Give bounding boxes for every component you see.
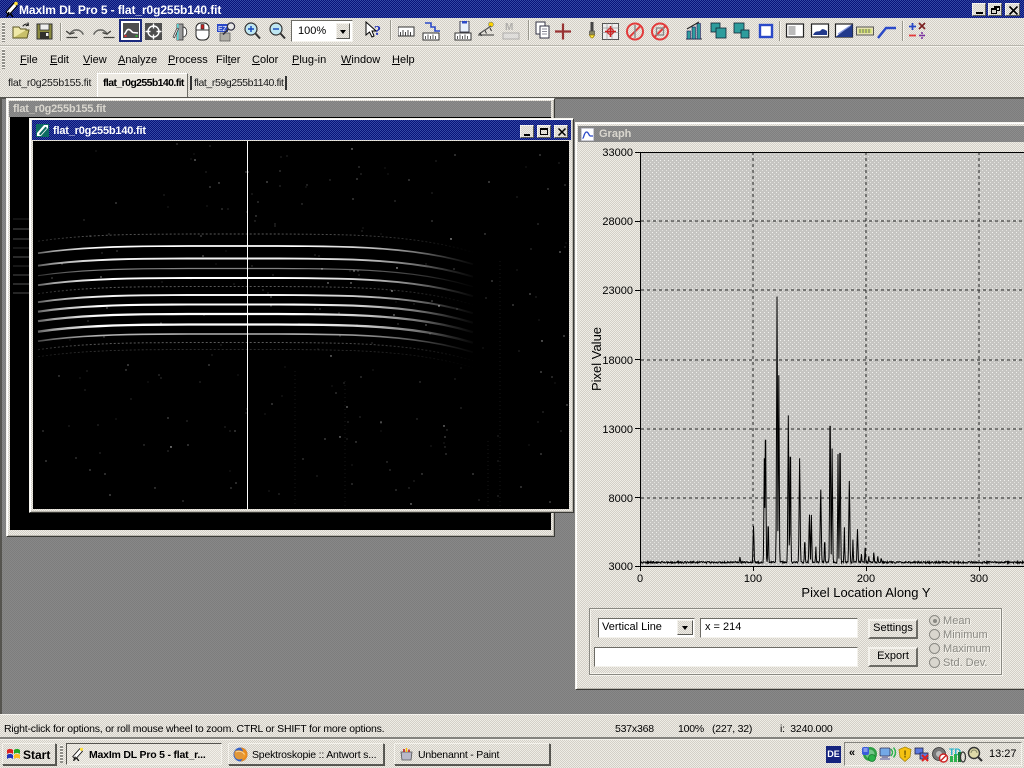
svg-text:13000: 13000 [602, 424, 633, 436]
svg-text:28000: 28000 [602, 216, 633, 228]
svg-text:33000: 33000 [602, 147, 633, 159]
svg-text:200: 200 [857, 573, 875, 585]
svg-text:3000: 3000 [609, 561, 633, 573]
svg-text:Pixel Location Along Y: Pixel Location Along Y [801, 585, 930, 600]
svg-text:8000: 8000 [609, 493, 633, 505]
svg-text:Pixel Value: Pixel Value [589, 327, 604, 391]
svg-text:300: 300 [970, 573, 988, 585]
svg-text:0: 0 [637, 573, 643, 585]
svg-text:18000: 18000 [602, 355, 633, 367]
svg-text:M: M [505, 22, 513, 33]
svg-text:100: 100 [744, 573, 762, 585]
svg-text:?: ? [374, 24, 381, 39]
svg-text:!: ! [903, 750, 906, 761]
svg-text:23000: 23000 [602, 285, 633, 297]
